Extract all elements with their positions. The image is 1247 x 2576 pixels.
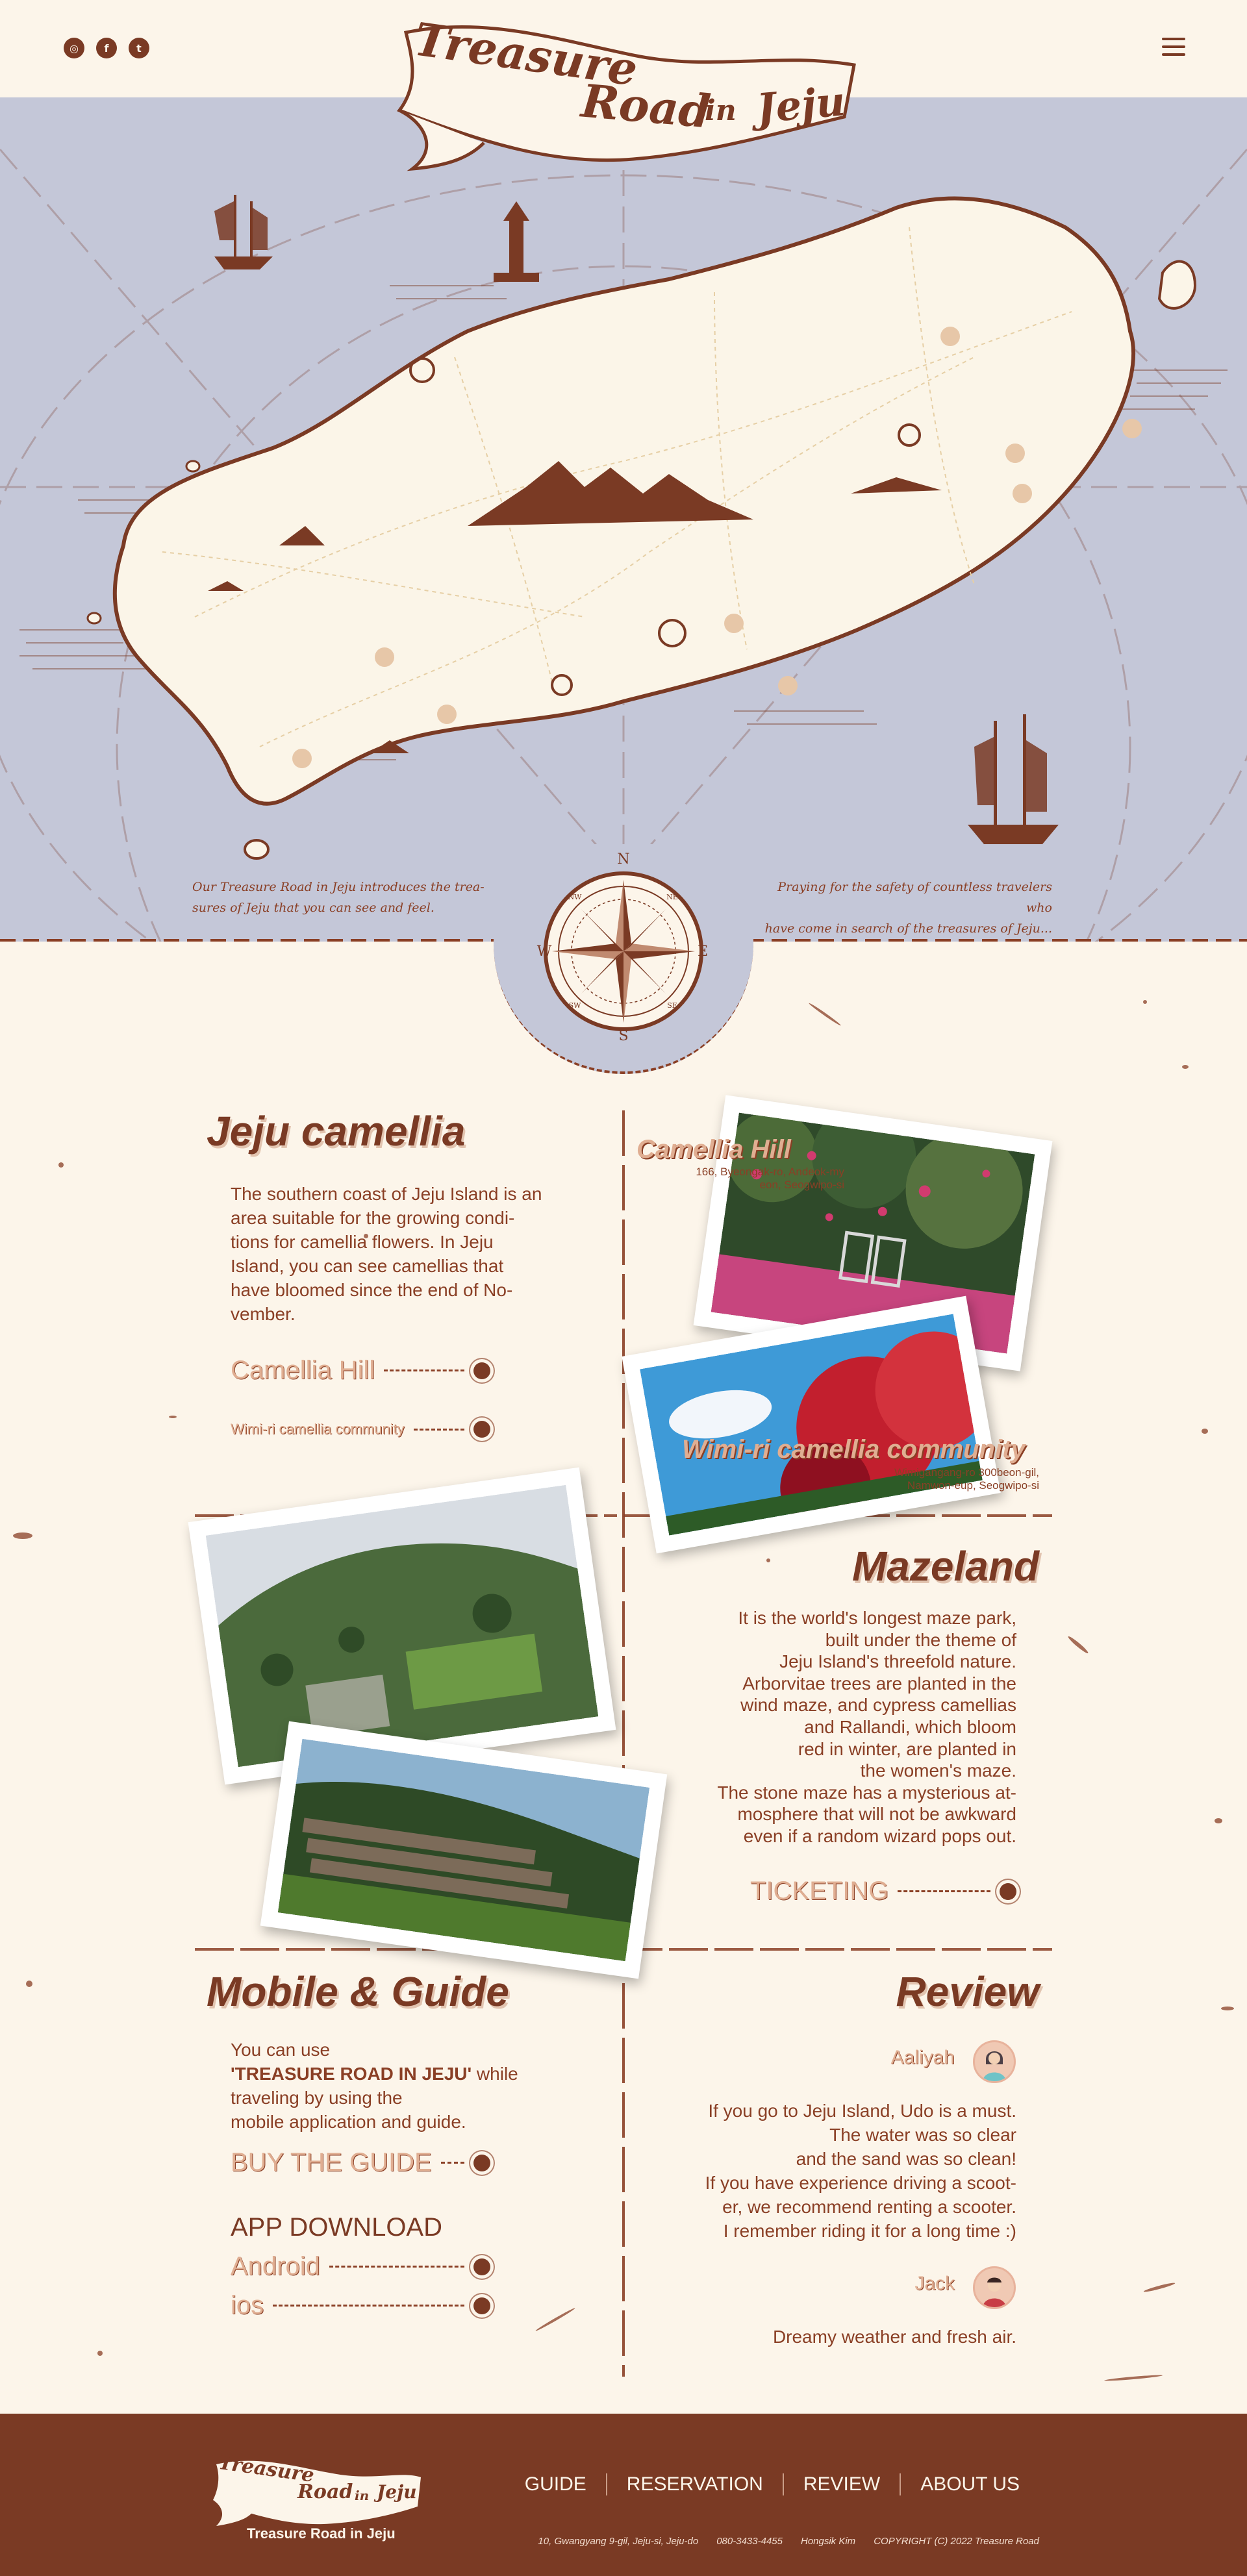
link-dot	[473, 2297, 490, 2314]
footer-logo-word: Jeju	[377, 2481, 417, 2503]
logo-word-jeju: Jeju	[755, 77, 848, 132]
camellia-hill-photo-title: Camellia Hill	[636, 1135, 791, 1164]
footer-address: 10, Gwangyang 9-gil, Jeju-si, Jeju-do	[538, 2536, 699, 2547]
wimiri-image	[640, 1314, 983, 1536]
link-dot	[473, 2258, 490, 2275]
reviewer-name: Aaliyah	[890, 2047, 955, 2068]
android-download-link[interactable]: Android	[231, 2252, 490, 2281]
ticketing-link[interactable]: TICKETING	[750, 1877, 1016, 1906]
footer-logo-subtitle: Treasure Road in Jeju	[247, 2525, 396, 2542]
compass-w: W	[537, 944, 552, 960]
wimiri-photo-title: Wimi-ri camellia community	[682, 1435, 1026, 1464]
link-dot	[473, 2154, 490, 2171]
compass-se: SE	[667, 1001, 677, 1010]
footer-phone: 080-3433-4455	[716, 2536, 783, 2547]
footer-nav-reservation[interactable]: RESERVATION	[605, 2473, 783, 2495]
woman-avatar-icon	[973, 2040, 1016, 2083]
logo-word-road: Road	[579, 73, 713, 139]
reviewer-name: Jack	[914, 2273, 955, 2294]
mazeland-stone-maze-image	[277, 1738, 650, 1962]
link-dot	[473, 1421, 490, 1438]
mobile-guide-description: You can use 'TREASURE ROAD IN JEJU' whil…	[231, 2040, 518, 2132]
compass-rose-icon: N S E W NE NW SE SW	[537, 851, 708, 1044]
footer-nav-guide[interactable]: GUIDE	[505, 2473, 606, 2495]
site-footer: Treasure Road in Jeju Treasure Road in J…	[0, 2414, 1247, 2576]
link-dot	[1000, 1882, 1016, 1900]
review-text: If you go to Jeju Island, Udo is a must.…	[705, 2101, 1016, 2241]
camellia-hill-address: 166, Byeongak-ro, Andeok-my eon, Seogwipo…	[696, 1166, 844, 1191]
compass-e: E	[698, 944, 708, 960]
wimiri-address: Wimigangang-ro 300beon-gil, Namwon-eup, S…	[894, 1466, 1039, 1492]
mazeland-title: Mazeland	[851, 1543, 1039, 1590]
man-avatar-icon	[973, 2266, 1016, 2309]
footer-nav-about-us[interactable]: ABOUT US	[900, 2473, 1039, 2495]
footer-info: 10, Gwangyang 9-gil, Jeju-si, Jeju-do 08…	[538, 2536, 1039, 2547]
instagram-icon[interactable]: ◎	[64, 38, 84, 58]
site-logo[interactable]: Treasure Road in Jeju	[386, 12, 861, 179]
compass-nw: NW	[568, 893, 583, 901]
footer-nav: GUIDE RESERVATION REVIEW ABOUT US	[505, 2473, 1039, 2495]
review-title: Review	[896, 1968, 1039, 2015]
hamburger-menu-icon[interactable]	[1162, 38, 1185, 56]
ios-download-link[interactable]: ios	[231, 2291, 490, 2320]
compass-s: S	[618, 1028, 628, 1044]
footer-logo-word: in	[355, 2488, 370, 2503]
facebook-icon[interactable]: f	[96, 38, 117, 58]
compass-ne: NE	[666, 893, 678, 901]
map-caption-left: Our Treasure Road in Jeju introduces the…	[192, 880, 485, 915]
compass-sw: SW	[569, 1001, 582, 1010]
footer-logo-word: Road	[297, 2481, 353, 2503]
mazeland-aerial-image	[205, 1484, 599, 1768]
camellia-hill-link[interactable]: Camellia Hill	[231, 1356, 490, 1385]
social-links: ◎ f t	[64, 38, 149, 58]
review-text: Dreamy weather and fresh air.	[772, 2327, 1016, 2347]
twitter-icon[interactable]: t	[129, 38, 149, 58]
app-name-highlight: 'TREASURE ROAD IN JEJU'	[231, 2064, 472, 2084]
wimiri-link[interactable]: Wimi-ri camellia community	[231, 1421, 490, 1438]
camellia-description: The southern coast of Jeju Island is an a…	[231, 1184, 542, 1324]
mazeland-description: It is the world's longest maze park, buil…	[717, 1608, 1016, 1846]
app-download-title: APP DOWNLOAD	[231, 2213, 442, 2242]
footer-nav-review[interactable]: REVIEW	[782, 2473, 900, 2495]
compass-n: N	[617, 851, 629, 868]
footer-owner: Hongsik Kim	[800, 2536, 856, 2547]
mazeland-photo-2[interactable]	[260, 1721, 668, 1979]
map-caption-right: Praying for the safety of countless trav…	[764, 880, 1052, 936]
map-illustration	[0, 97, 1247, 1229]
logo-word-in: in	[705, 94, 737, 127]
camellia-title: Jeju camellia	[207, 1108, 466, 1155]
divider	[624, 1948, 1052, 1951]
mobile-guide-title: Mobile & Guide	[207, 1968, 509, 2015]
footer-logo[interactable]: Treasure Road in Jeju Treasure Road in J…	[207, 2451, 427, 2542]
jeju-map: Our Treasure Road in Jeju introduces the…	[0, 97, 1247, 1229]
buy-guide-link[interactable]: BUY THE GUIDE	[231, 2148, 490, 2177]
footer-copyright: COPYRIGHT (C) 2022 Treasure Road	[874, 2536, 1039, 2547]
link-dot	[473, 1362, 490, 1379]
